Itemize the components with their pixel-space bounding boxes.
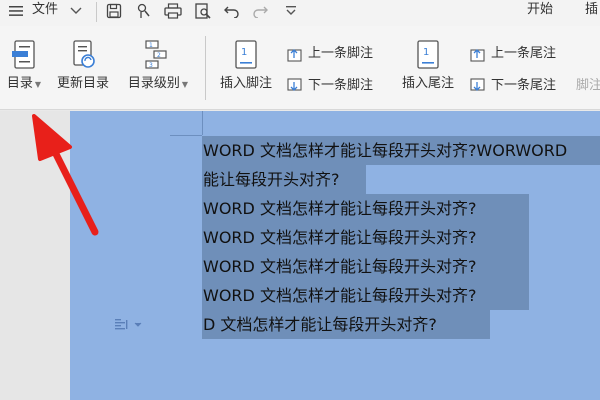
caret-down-icon: ▼ [34, 80, 42, 89]
document-page[interactable]: WORD 文档怎样才能让每段开头对齐?WORWORD 能让每段开头对齐? WOR… [70, 111, 600, 400]
next-footnote-label: 下一条脚注 [308, 78, 374, 93]
toc-level-label: 目录级别 [127, 76, 180, 91]
divider [96, 2, 97, 22]
toc-level-button[interactable]: 1 2 3 目录级别 ▼ [122, 40, 194, 93]
tab-insert[interactable]: 插 [585, 1, 598, 19]
prev-footnote-button[interactable]: 上一条脚注 [287, 46, 373, 62]
save-icon[interactable] [104, 0, 124, 22]
tab-start[interactable]: 开始 [527, 1, 553, 19]
svg-text:2: 2 [157, 52, 161, 59]
divider [205, 36, 206, 100]
prev-footnote-label: 上一条脚注 [308, 46, 374, 61]
prev-endnote-button[interactable]: 上一条尾注 [470, 46, 556, 62]
print-icon[interactable] [162, 0, 184, 22]
update-toc-label: 更新目录 [56, 76, 109, 91]
ribbon: 目录 ▼ 更新目录 1 2 3 目录级别 ▼ 1 插入脚注 上一条脚注 下一条脚… [0, 26, 600, 110]
endnote-icon: 1 [417, 40, 439, 69]
paragraph-layout-icon[interactable] [114, 317, 144, 336]
chevron-down-icon[interactable] [68, 0, 84, 22]
next-endnote-icon [470, 78, 485, 91]
insert-endnote-label: 插入尾注 [401, 76, 454, 91]
file-menu-label[interactable]: 文件 [32, 1, 58, 19]
footnote-overflow-button[interactable]: 脚注 [576, 78, 600, 94]
next-footnote-icon [287, 78, 302, 91]
text-line[interactable]: WORD 文档怎样才能让每段开头对齐?WORWORD [202, 136, 600, 165]
caret-down-icon: ▼ [181, 80, 189, 89]
footnote-icon: 1 [235, 40, 257, 69]
text-line[interactable]: WORD 文档怎样才能让每段开头对齐? [202, 194, 529, 223]
print-preview-icon[interactable] [192, 0, 214, 22]
insert-footnote-label: 插入脚注 [219, 76, 272, 91]
text-line[interactable]: WORD 文档怎样才能让每段开头对齐? [202, 252, 529, 281]
left-margin [0, 111, 70, 400]
svg-text:1: 1 [241, 47, 247, 58]
margin-guide [202, 111, 203, 135]
text-line[interactable]: WORD 文档怎样才能让每段开头对齐? [202, 281, 529, 310]
insert-endnote-button[interactable]: 1 插入尾注 [396, 40, 460, 92]
update-toc-button[interactable]: 更新目录 [52, 40, 114, 92]
customize-toolbar-icon[interactable] [282, 0, 300, 22]
toc-level-icon: 1 2 3 [145, 40, 167, 69]
refresh-document-icon [73, 40, 95, 68]
footnote-overflow-label: 脚注 [576, 78, 600, 93]
text-line[interactable]: D 文档怎样才能让每段开头对齐? [202, 310, 490, 339]
menu-icon[interactable] [6, 0, 26, 22]
margin-guide [170, 135, 202, 136]
toc-icon [12, 40, 35, 69]
format-painter-icon[interactable] [134, 0, 154, 22]
text-line[interactable]: WORD 文档怎样才能让每段开头对齐? [202, 223, 529, 252]
text-line[interactable]: 能让每段开头对齐? [202, 165, 366, 194]
insert-footnote-button[interactable]: 1 插入脚注 [214, 40, 278, 92]
next-endnote-label: 下一条尾注 [491, 78, 557, 93]
undo-icon[interactable] [222, 0, 242, 22]
next-footnote-button[interactable]: 下一条脚注 [287, 78, 373, 94]
toc-label: 目录 [6, 76, 33, 91]
prev-footnote-icon [287, 49, 302, 62]
svg-text:1: 1 [149, 42, 153, 49]
svg-text:1: 1 [423, 47, 429, 58]
title-bar: 文件 开始 插 [0, 0, 600, 26]
prev-endnote-label: 上一条尾注 [491, 46, 557, 61]
next-endnote-button[interactable]: 下一条尾注 [470, 78, 556, 94]
prev-endnote-icon [470, 49, 485, 62]
redo-icon[interactable] [250, 0, 270, 22]
toc-button[interactable]: 目录 ▼ [2, 40, 46, 93]
svg-text:3: 3 [149, 62, 153, 69]
